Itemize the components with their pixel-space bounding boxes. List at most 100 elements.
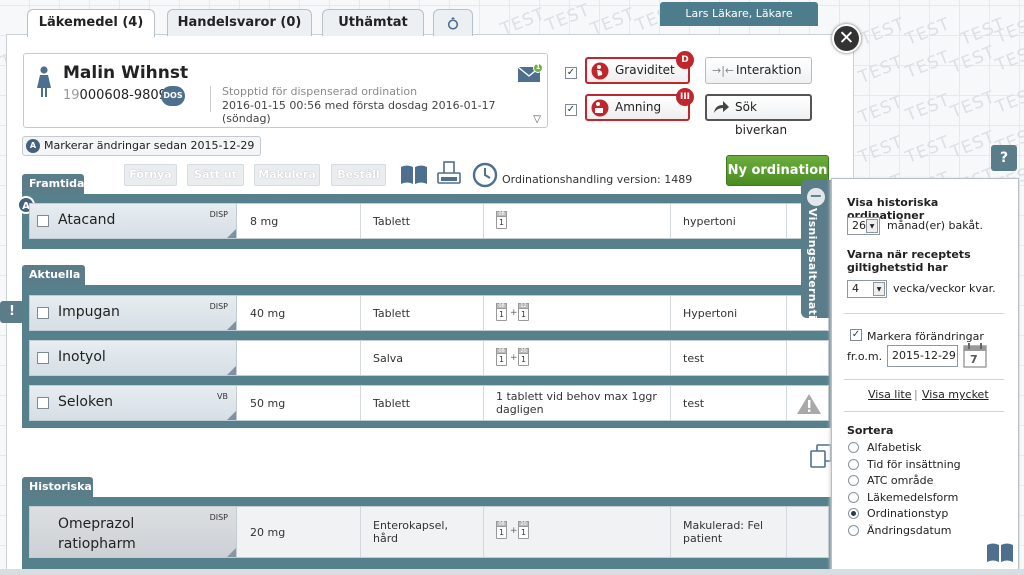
- pregnancy-button[interactable]: Graviditet D: [585, 51, 694, 84]
- dose-box: 08 1: [496, 303, 507, 321]
- divider: [844, 379, 1004, 380]
- sort-radio[interactable]: [848, 508, 859, 519]
- show-less-link[interactable]: Visa lite: [868, 388, 912, 401]
- section-current-tab: Aktuella: [22, 265, 85, 285]
- changes-badge: A: [26, 139, 40, 153]
- show-more-link[interactable]: Visa mycket: [922, 388, 989, 401]
- watermark-text: TEST: [902, 14, 954, 50]
- breastfeeding-checkbox[interactable]: ✓: [565, 104, 577, 116]
- book-icon[interactable]: [986, 542, 1014, 564]
- dose-time: 08: [496, 303, 507, 309]
- sort-radio[interactable]: [848, 442, 859, 453]
- warn-weeks-select[interactable]: 4 ▼: [847, 280, 887, 298]
- sort-radio[interactable]: [848, 491, 859, 503]
- history-suffix: månad(er) bakåt.: [887, 219, 983, 232]
- expand-chevron-icon[interactable]: ▽: [533, 114, 541, 125]
- from-date-value: 2015-12-29: [892, 349, 956, 362]
- renew-button[interactable]: Förnya: [124, 164, 177, 186]
- mail-badge: 1: [535, 63, 541, 71]
- form-cell: Tablett: [361, 386, 484, 420]
- dose-cell: [238, 341, 361, 375]
- dose-count: 1: [520, 355, 527, 364]
- instruction-value: 1 tablett vid behov max 1ggr dagligen: [496, 390, 657, 416]
- dose-time: 20: [518, 348, 529, 354]
- indication-cell: hypertoni: [671, 204, 787, 238]
- form-cell: Tablett: [361, 296, 484, 330]
- side-effects-button[interactable]: Sök biverkan: [705, 94, 812, 137]
- tab-lakemedel[interactable]: Läkemedel (4): [27, 9, 155, 37]
- help-button[interactable]: ?: [991, 145, 1017, 171]
- table-row[interactable]: Impugan DISP 40 mg Tablett 08 1 + 12 1 Hyp…: [29, 295, 829, 331]
- form-cell: Tablett: [361, 204, 484, 238]
- comment-icon[interactable]: !: [0, 301, 24, 323]
- divider: [844, 313, 1004, 314]
- table-row[interactable]: Omeprazol ratiopharm DISP 20 mg Enteroka…: [29, 506, 829, 558]
- indication-value: test: [683, 396, 705, 410]
- drug-name-cell: Atacand DISP: [30, 204, 237, 238]
- copy-icon[interactable]: [810, 444, 832, 468]
- sort-radio[interactable]: [848, 458, 859, 470]
- collapse-icon[interactable]: −: [807, 188, 825, 206]
- row-corner-icon: [227, 366, 236, 375]
- plus-icon: +: [510, 308, 518, 318]
- warn-suffix: vecka/veckor kvar.: [893, 282, 996, 295]
- warn-title: Varna när receptets giltighetstid har: [847, 248, 971, 274]
- sort-radio[interactable]: [848, 524, 859, 536]
- tab-uthamtat[interactable]: Uthämtat: [322, 9, 424, 36]
- table-row[interactable]: Inotyol Salva 08 1 + 20 1 test: [29, 340, 829, 376]
- side-effects-label: Sök biverkan: [735, 100, 788, 137]
- row-checkbox[interactable]: [37, 215, 49, 227]
- print-icon[interactable]: [437, 161, 461, 186]
- share-arrow-icon: [714, 101, 729, 113]
- dos-badge[interactable]: DOS: [161, 86, 185, 106]
- row-checkbox[interactable]: [37, 397, 49, 409]
- dose-box: 20 1: [518, 348, 529, 366]
- tab-extra[interactable]: [433, 9, 473, 36]
- table-row[interactable]: Atacand DISP 8 mg Tablett 08 1 hypertoni: [29, 203, 829, 239]
- row-checkbox[interactable]: [37, 307, 49, 319]
- form-cell: Enterokapsel, hård: [361, 507, 484, 557]
- discontinue-button[interactable]: Sätt ut: [187, 164, 244, 186]
- plus-icon: +: [510, 526, 518, 536]
- cancel-button[interactable]: Makulera: [254, 164, 320, 186]
- sort-option-label: Tid för insättning: [867, 457, 961, 471]
- display-options-label: Visningsalternativ: [806, 208, 819, 327]
- sort-radio[interactable]: [848, 475, 859, 486]
- book-icon[interactable]: [400, 164, 428, 186]
- mark-changes-checkbox[interactable]: ✓: [850, 329, 862, 341]
- pregnancy-checkbox[interactable]: ✓: [565, 67, 577, 79]
- dose-box: 08 1: [496, 348, 507, 366]
- form-cell: Salva: [361, 341, 484, 375]
- dose-count: 1: [498, 218, 505, 227]
- watermark-text: TEST: [992, 82, 1024, 118]
- warning-icon[interactable]: [796, 393, 822, 415]
- display-options-tab[interactable]: − Visningsalternativ: [801, 180, 832, 327]
- drug-name-cell: Seloken VB: [30, 386, 237, 420]
- ring-icon: [447, 17, 459, 30]
- indication-cell: Makulerad: Fel patient: [671, 507, 787, 557]
- tab-label: Uthämtat: [338, 15, 408, 30]
- history-months-select[interactable]: 26 ▼: [847, 217, 880, 235]
- row-corner-icon: [227, 229, 236, 238]
- close-button[interactable]: ✕: [832, 24, 861, 53]
- tab-handelsvaror[interactable]: Handelsvaror (0): [167, 9, 312, 36]
- watermark-text: TEST: [855, 132, 907, 168]
- user-bar[interactable]: Lars Läkare, Läkare: [660, 2, 818, 26]
- drug-name: Omeprazol ratiopharm: [58, 516, 136, 552]
- row-checkbox[interactable]: [37, 352, 49, 364]
- changes-marker[interactable]: A Markerar ändringar sedan 2015-12-29: [22, 136, 262, 156]
- watermark-text: TEST: [855, 52, 907, 88]
- table-row[interactable]: Seloken VB 50 mg Tablett 1 tablett vid b…: [29, 385, 829, 421]
- clock-icon[interactable]: [472, 162, 498, 188]
- from-date-input[interactable]: 2015-12-29: [887, 345, 958, 367]
- warn-weeks-value: 4: [852, 282, 859, 295]
- dose-time: 12: [518, 303, 529, 309]
- schedule-cell: 08 1 + 12 1: [484, 296, 671, 330]
- watermark-text: TEST: [947, 87, 999, 123]
- breastfeeding-button[interactable]: Amning III: [585, 88, 694, 121]
- interaction-button[interactable]: →|← Interaktion: [705, 57, 812, 84]
- dose-box: 12 1: [518, 303, 529, 321]
- help-icon: ?: [999, 150, 1009, 166]
- message-button[interactable]: 1: [517, 63, 543, 86]
- order-button[interactable]: Beställ: [331, 164, 386, 186]
